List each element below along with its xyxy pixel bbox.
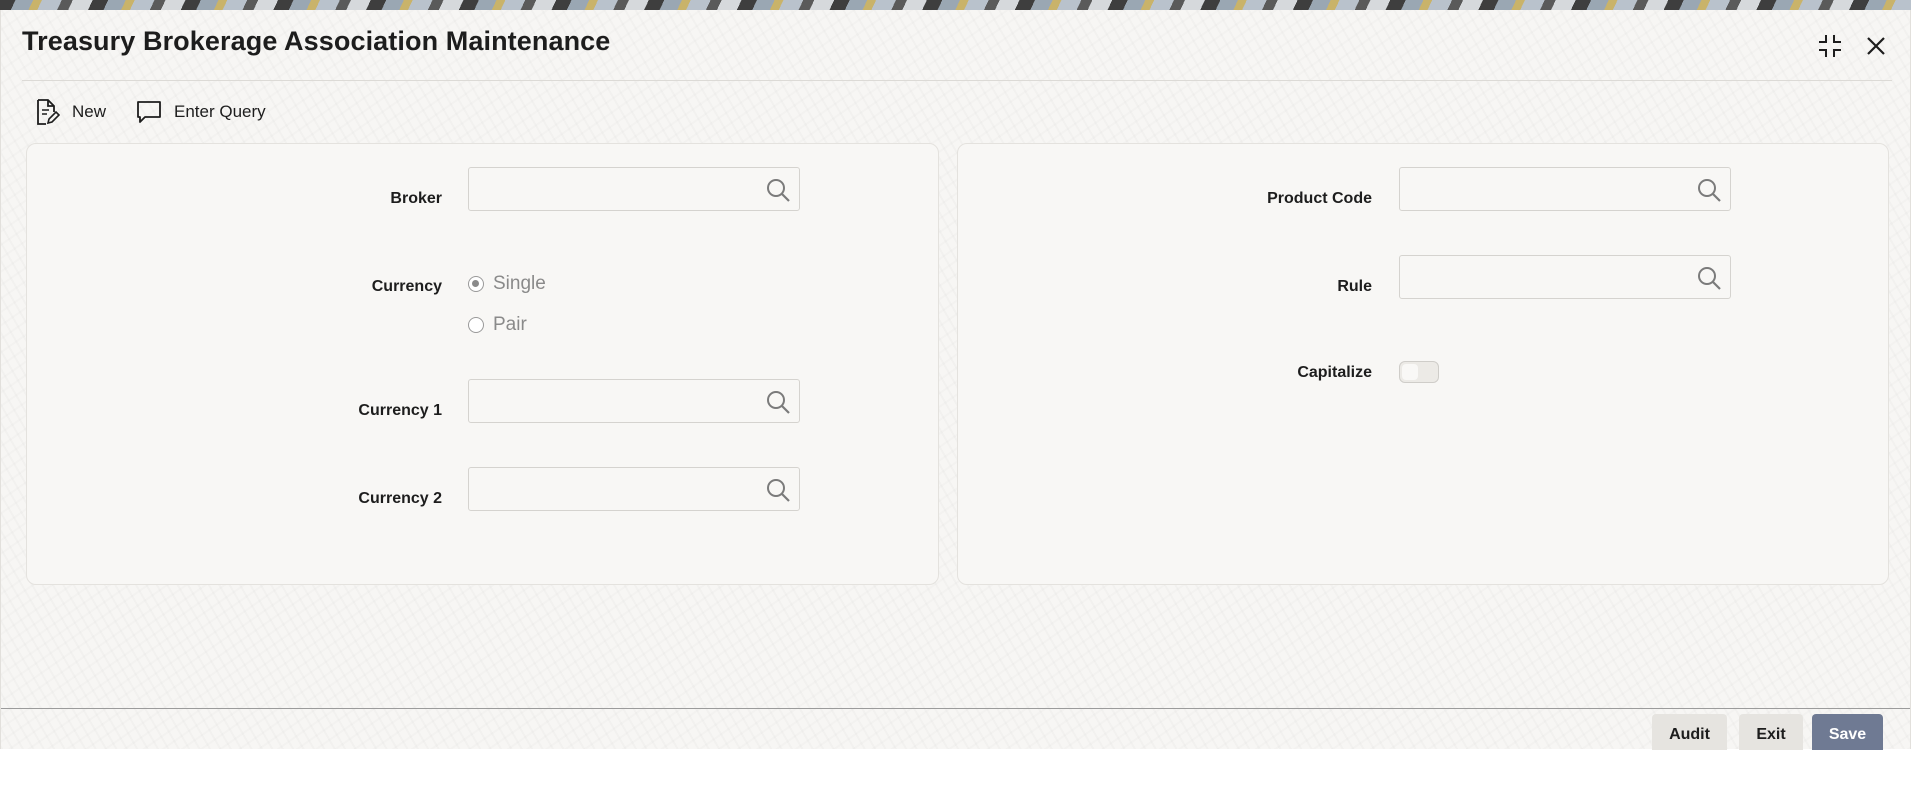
currency1-input[interactable]	[469, 380, 759, 422]
currency-label: Currency	[371, 278, 442, 295]
enter-query-button-label: Enter Query	[174, 102, 266, 121]
collapse-icon	[1819, 35, 1841, 57]
radio-single[interactable]	[468, 276, 484, 292]
enter-query-button[interactable]: Enter Query	[136, 99, 266, 125]
search-icon[interactable]	[765, 389, 791, 415]
currency2-input[interactable]	[469, 468, 759, 510]
close-button[interactable]	[1862, 32, 1890, 60]
close-icon	[1867, 37, 1885, 55]
right-panel: Product Code Rule Capitalize	[957, 143, 1889, 585]
page-title: Treasury Brokerage Association Maintenan…	[22, 26, 611, 56]
currency2-label: Currency 2	[358, 490, 442, 507]
search-icon[interactable]	[765, 177, 791, 203]
new-document-icon	[37, 99, 60, 125]
footer-divider	[1, 708, 1910, 709]
collapse-button[interactable]	[1816, 32, 1844, 60]
broker-label: Broker	[390, 190, 442, 207]
chat-bubble-icon	[137, 101, 161, 123]
product-code-input[interactable]	[1400, 168, 1690, 210]
rule-label: Rule	[1337, 278, 1372, 295]
toolbar: New Enter Query	[34, 98, 266, 126]
capitalize-toggle[interactable]	[1399, 361, 1439, 383]
search-icon[interactable]	[1696, 177, 1722, 203]
window-controls	[1816, 32, 1890, 60]
broker-field	[468, 167, 800, 211]
top-banner	[0, 0, 1911, 10]
currency-option-pair[interactable]: Pair	[468, 314, 527, 336]
currency-option-single-label: Single	[493, 273, 546, 294]
title-divider	[22, 80, 1892, 81]
search-icon[interactable]	[1696, 265, 1722, 291]
new-button[interactable]: New	[34, 98, 106, 126]
page-background	[0, 750, 1911, 802]
new-button-label: New	[72, 102, 107, 121]
product-code-label: Product Code	[1267, 190, 1372, 207]
currency1-label: Currency 1	[358, 402, 442, 419]
rule-input[interactable]	[1400, 256, 1690, 298]
search-icon[interactable]	[765, 477, 791, 503]
currency1-field	[468, 379, 800, 423]
capitalize-label: Capitalize	[1297, 364, 1372, 381]
currency-option-pair-label: Pair	[493, 314, 527, 335]
left-panel: Broker Currency Single Pair Currency 1 C…	[26, 143, 939, 585]
currency2-field	[468, 467, 800, 511]
currency-option-single[interactable]: Single	[468, 273, 546, 295]
rule-field	[1399, 255, 1731, 299]
product-code-field	[1399, 167, 1731, 211]
maintenance-window: Treasury Brokerage Association Maintenan…	[0, 10, 1911, 756]
radio-pair[interactable]	[468, 317, 484, 333]
broker-input[interactable]	[469, 168, 759, 210]
